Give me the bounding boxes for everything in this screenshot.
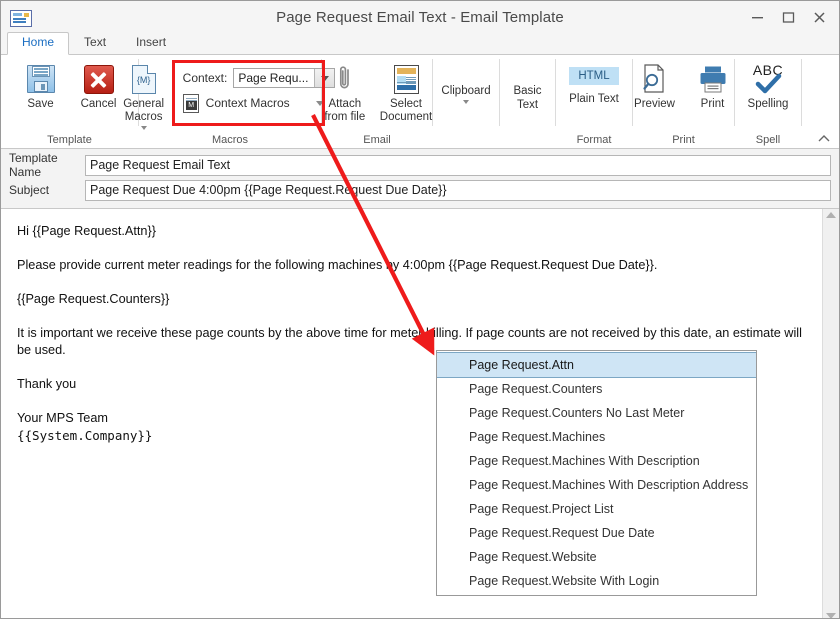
menu-item-request-due-date[interactable]: Page Request.Request Due Date — [437, 521, 756, 545]
ribbon-group-basic-text: Basic Text — [500, 55, 555, 148]
cancel-button-label: Cancel — [81, 98, 117, 111]
general-macros-button[interactable]: {M} General Macros — [115, 59, 173, 130]
template-fields: Template Name Subject — [1, 149, 839, 208]
chevron-down-icon[interactable] — [826, 613, 836, 619]
ribbon-group-spell: ABC Spelling Spell — [735, 55, 801, 148]
body-paragraph-1: Hi {{Page Request.Attn}} — [17, 223, 808, 240]
spelling-button[interactable]: ABC Spelling — [739, 59, 797, 111]
general-macros-label: General Macros — [123, 98, 164, 124]
tab-home[interactable]: Home — [7, 32, 69, 55]
body-paragraph-2: Please provide current meter readings fo… — [17, 257, 808, 274]
group-separator — [801, 59, 802, 126]
format-html-option[interactable]: HTML — [569, 67, 618, 85]
preview-button[interactable]: Preview — [626, 59, 684, 111]
menu-item-website-with-login[interactable]: Page Request.Website With Login — [437, 569, 756, 593]
preview-button-label: Preview — [634, 98, 675, 111]
format-plain-text-option[interactable]: Plain Text — [563, 91, 625, 107]
tab-insert[interactable]: Insert — [121, 32, 181, 55]
template-name-label: Template Name — [1, 151, 85, 179]
group-label-print: Print — [633, 134, 734, 146]
tab-text[interactable]: Text — [69, 32, 121, 55]
ribbon: Save Cancel Template {M} General Macros — [1, 55, 839, 149]
context-combobox-value: Page Requ... — [234, 71, 314, 85]
macro-document-icon: {M} — [132, 62, 156, 96]
document-select-icon — [394, 62, 419, 96]
basic-text-button-label: Basic Text — [505, 62, 551, 112]
ribbon-group-clipboard: Clipboard — [433, 55, 499, 148]
spelling-abc-check-icon: ABC — [748, 62, 788, 96]
clipboard-button-label: Clipboard — [433, 62, 498, 98]
group-label-email: Email — [322, 134, 432, 146]
save-icon — [27, 62, 55, 96]
template-name-row: Template Name — [1, 154, 839, 176]
select-document-label: Select Document — [380, 98, 432, 124]
subject-input[interactable] — [85, 180, 831, 201]
menu-item-attn[interactable]: Page Request.Attn — [437, 352, 756, 378]
menu-item-machines-with-description-address[interactable]: Page Request.Machines With Description A… — [437, 473, 756, 497]
subject-label: Subject — [1, 183, 85, 197]
email-template-window: Page Request Email Text - Email Template… — [0, 0, 840, 619]
preview-icon — [641, 62, 668, 96]
menu-item-machines[interactable]: Page Request.Machines — [437, 425, 756, 449]
chevron-up-icon[interactable] — [826, 212, 836, 218]
group-label-format: Format — [556, 134, 632, 146]
window-title: Page Request Email Text - Email Template — [1, 1, 839, 34]
body-paragraph-3: {{Page Request.Counters}} — [17, 291, 808, 308]
context-row: Context: Page Requ... — [183, 68, 336, 88]
window-controls — [742, 1, 835, 34]
context-macro-icon: M — [183, 94, 199, 113]
print-button[interactable]: Print — [684, 59, 742, 111]
menu-item-counters-no-last-meter[interactable]: Page Request.Counters No Last Meter — [437, 401, 756, 425]
context-label: Context: — [183, 71, 228, 85]
ribbon-group-email: Attach from file Select Document Email — [322, 55, 432, 148]
clipboard-button[interactable]: Clipboard — [427, 59, 504, 104]
spelling-button-label: Spelling — [748, 98, 789, 111]
ribbon-group-format: HTML Plain Text Format — [556, 55, 632, 148]
basic-text-button[interactable]: Basic Text — [499, 59, 557, 112]
ribbon-group-print: Preview Print Print — [633, 55, 734, 148]
attach-from-file-label: Attach from file — [324, 98, 365, 124]
body-scrollbar[interactable] — [822, 209, 839, 619]
menu-item-website[interactable]: Page Request.Website — [437, 545, 756, 569]
save-button[interactable]: Save — [12, 59, 70, 111]
print-button-label: Print — [701, 98, 725, 111]
minimize-icon[interactable] — [742, 5, 773, 31]
maximize-icon[interactable] — [773, 5, 804, 31]
group-label-macros: Macros — [139, 134, 321, 146]
menu-item-project-list[interactable]: Page Request.Project List — [437, 497, 756, 521]
ribbon-group-macros: {M} General Macros Context: Page Requ... — [139, 55, 321, 148]
subject-row: Subject — [1, 179, 839, 201]
close-icon[interactable] — [804, 5, 835, 31]
menu-item-machines-with-description[interactable]: Page Request.Machines With Description — [437, 449, 756, 473]
title-bar: Page Request Email Text - Email Template — [1, 1, 839, 34]
cancel-icon — [84, 62, 114, 96]
printer-icon — [698, 62, 728, 96]
context-macros-label: Context Macros — [206, 96, 290, 110]
menu-item-counters[interactable]: Page Request.Counters — [437, 377, 756, 401]
context-macros-button[interactable]: M Context Macros — [183, 92, 336, 114]
collapse-ribbon-button[interactable] — [817, 134, 831, 146]
attach-from-file-button[interactable]: Attach from file — [316, 59, 374, 124]
save-button-label: Save — [27, 98, 53, 111]
chevron-down-icon[interactable] — [141, 126, 147, 130]
ribbon-tabs: Home Text Insert — [1, 34, 839, 55]
template-name-input[interactable] — [85, 155, 831, 176]
context-macros-menu[interactable]: Page Request.Attn Page Request.Counters … — [436, 350, 757, 596]
paperclip-icon — [337, 62, 353, 96]
group-label-spell: Spell — [735, 134, 801, 146]
chevron-down-icon[interactable] — [463, 100, 469, 104]
group-label-template: Template — [1, 134, 138, 146]
